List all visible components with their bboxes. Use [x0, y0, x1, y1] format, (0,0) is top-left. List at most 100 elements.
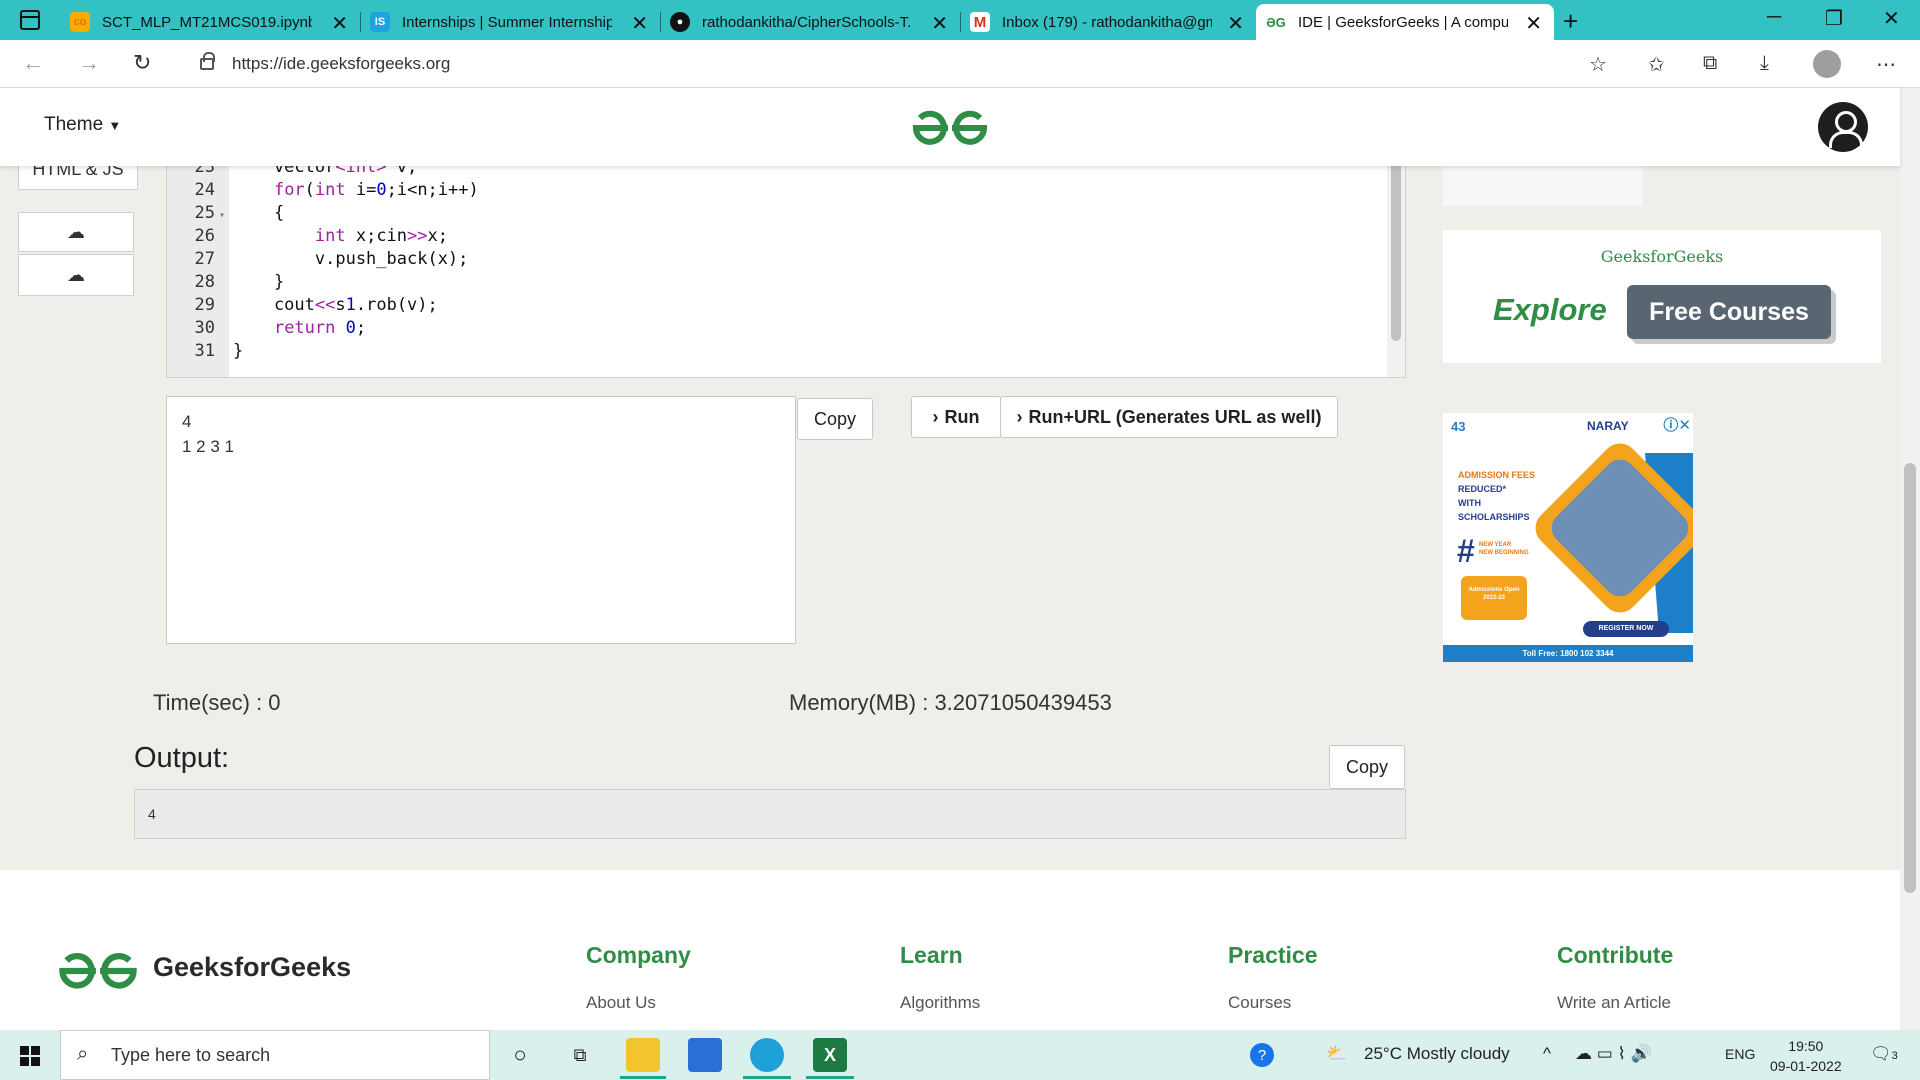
browser-tab-gmail[interactable]: M Inbox (179) - rathodankitha@gm ✕ [960, 4, 1257, 40]
upload-button[interactable]: ☁ [18, 254, 134, 296]
footer-link-write-article[interactable]: Write an Article [1557, 993, 1671, 1013]
clock-date: 09-01-2022 [1770, 1058, 1842, 1074]
taskbar-search-input[interactable]: ⌕ Type here to search [60, 1030, 490, 1080]
settings-more-icon[interactable]: ⋯ [1876, 52, 1896, 77]
page-scrollbar[interactable] [1900, 88, 1920, 1028]
hashtag-icon: # [1457, 533, 1475, 569]
footer-link-courses[interactable]: Courses [1228, 993, 1291, 1013]
ad-narayana-logo: NARAY [1587, 419, 1629, 433]
code-text: for(int i=0;i<n;i++) [273, 180, 479, 200]
code-text: v.push_back(x); [233, 249, 469, 269]
user-avatar-icon[interactable] [1818, 102, 1868, 152]
theme-dropdown[interactable]: Theme ▼ [44, 114, 121, 136]
code-line: 28 } [167, 271, 1367, 294]
fold-arrow-icon[interactable]: ▾ [215, 204, 229, 227]
weather-text[interactable]: 25°C Mostly cloudy [1364, 1044, 1510, 1064]
stdin-line: 1 2 3 1 [182, 437, 234, 456]
close-icon[interactable]: ✕ [631, 11, 648, 36]
code-editor[interactable]: 23 vector<int> v; 24 for(int i=0;i<n;i++)… [166, 150, 1406, 378]
browser-tab-strip: co SCT_MLP_MT21MCS019.ipynb - ✕ IS Inter… [0, 0, 1920, 40]
help-icon[interactable]: ? [1250, 1043, 1274, 1067]
minimize-button[interactable]: ─ [1767, 6, 1781, 29]
browser-tab-github[interactable]: ● rathodankitha/CipherSchools-T. ✕ [660, 4, 961, 40]
ad-brand: GeeksforGeeks [1600, 247, 1724, 266]
line-number: 28 [194, 272, 215, 292]
refresh-button[interactable]: ↻ [133, 50, 151, 76]
browser-tab-internshala[interactable]: IS Internships | Summer Internship ✕ [360, 4, 661, 40]
address-bar: ← → ↻ https://ide.geeksforgeeks.org ☆ ✩ … [0, 40, 1920, 88]
ad-explore-text: Explore [1493, 292, 1607, 327]
page-scroll-thumb[interactable] [1904, 463, 1916, 893]
running-indicator [620, 1076, 666, 1079]
gfg-logo[interactable] [910, 106, 990, 150]
ad-fees-line: ADMISSION FEES [1458, 470, 1536, 480]
stdin-textarea[interactable]: 4 1 2 3 1 [166, 396, 796, 644]
restore-button[interactable]: ❐ [1825, 6, 1843, 31]
close-icon[interactable]: ✕ [1227, 11, 1244, 36]
editor-scrollbar[interactable] [1387, 151, 1405, 377]
colab-icon: co [70, 12, 90, 32]
ad-free-courses-button[interactable]: Free Courses [1627, 285, 1831, 339]
download-button[interactable]: ☁ [18, 212, 134, 252]
language-indicator[interactable]: ENG [1725, 1046, 1755, 1062]
footer-link-about-us[interactable]: About Us [586, 993, 656, 1013]
footer-practice-heading: Practice [1228, 942, 1318, 968]
run-url-label: Run+URL (Generates URL as well) [1028, 406, 1322, 427]
copy-output-button[interactable]: Copy [1329, 745, 1405, 789]
store-icon[interactable] [688, 1038, 722, 1072]
downloads-icon[interactable]: ⤓ [1760, 52, 1769, 75]
browser-tab-gfg-active[interactable]: ƏG IDE | GeeksforGeeks | A compute ✕ [1256, 4, 1554, 40]
editor-scroll-thumb[interactable] [1391, 151, 1401, 341]
ad-register-button[interactable]: REGISTER NOW [1583, 621, 1669, 637]
back-button[interactable]: ← [22, 50, 44, 76]
chevron-right-icon: › [1016, 406, 1023, 427]
windows-start-icon[interactable] [20, 1046, 40, 1066]
search-placeholder: Type here to search [111, 1044, 271, 1065]
excel-icon[interactable]: X [813, 1038, 847, 1072]
edge-icon[interactable] [750, 1038, 784, 1072]
ad-close-icon[interactable]: ⓘ✕ [1663, 414, 1691, 435]
gfg-courses-ad[interactable]: GeeksforGeeks Explore Free Courses [1443, 230, 1881, 363]
code-text: cout<<s1.rob(v); [233, 295, 438, 315]
tab-actions-icon[interactable] [20, 10, 40, 30]
notification-count: 3 [1891, 1050, 1898, 1062]
collections-icon[interactable]: ⧉ [1703, 52, 1717, 75]
file-explorer-icon[interactable] [626, 1038, 660, 1072]
gfg-icon: ƏG [1266, 14, 1286, 30]
narayana-ad[interactable]: 43 NARAY ⓘ✕ ADMISSION FEES REDUCED* WITH… [1443, 413, 1693, 662]
footer-gfg-logo[interactable] [56, 948, 140, 994]
close-icon[interactable]: ✕ [331, 11, 348, 36]
line-number: 25 [194, 203, 215, 223]
code-text: { [233, 203, 285, 223]
footer-brand: GeeksforGeeks [153, 952, 352, 982]
code-text: } [233, 341, 244, 361]
url-field[interactable]: https://ide.geeksforgeeks.org [180, 46, 1625, 82]
line-number: 30 [194, 318, 215, 338]
close-icon[interactable]: ✕ [1525, 11, 1542, 36]
theme-label: Theme [44, 114, 104, 135]
line-number: 26 [194, 226, 215, 246]
close-window-button[interactable]: ✕ [1883, 6, 1900, 31]
copy-input-button[interactable]: Copy [797, 398, 873, 440]
notification-icon[interactable]: 🗨3 [1870, 1044, 1898, 1064]
taskbar-clock[interactable]: 19:50 09-01-2022 [1770, 1036, 1842, 1076]
browser-profile-avatar[interactable] [1813, 50, 1841, 78]
code-line: 27 v.push_back(x); [167, 248, 1367, 271]
new-tab-button[interactable]: + [1563, 6, 1578, 37]
weather-icon[interactable]: ⛅ [1326, 1044, 1347, 1064]
cortana-icon[interactable]: ○ [503, 1038, 537, 1072]
browser-tab-colab[interactable]: co SCT_MLP_MT21MCS019.ipynb - ✕ [60, 4, 361, 40]
close-icon[interactable]: ✕ [931, 11, 948, 36]
forward-button[interactable]: → [78, 50, 100, 76]
search-icon: ⌕ [77, 1043, 89, 1065]
run-button[interactable]: › Run [911, 396, 1001, 438]
favorites-icon[interactable]: ✩ [1648, 52, 1665, 77]
system-tray-icons[interactable]: ☁ ▭ ⌇ 🔊 [1575, 1044, 1652, 1064]
task-view-icon[interactable]: ⧉ [563, 1038, 597, 1072]
add-favorite-icon[interactable]: ☆ [1589, 52, 1607, 77]
run-url-button[interactable]: › Run+URL (Generates URL as well) [1000, 396, 1338, 438]
chevron-up-icon[interactable]: ^ [1543, 1044, 1551, 1064]
chevron-down-icon: ▼ [108, 118, 122, 133]
windows-taskbar: ⌕ Type here to search ○ ⧉ X ? ⛅ 25°C Mos… [0, 1030, 1920, 1080]
footer-link-algorithms[interactable]: Algorithms [900, 993, 980, 1013]
